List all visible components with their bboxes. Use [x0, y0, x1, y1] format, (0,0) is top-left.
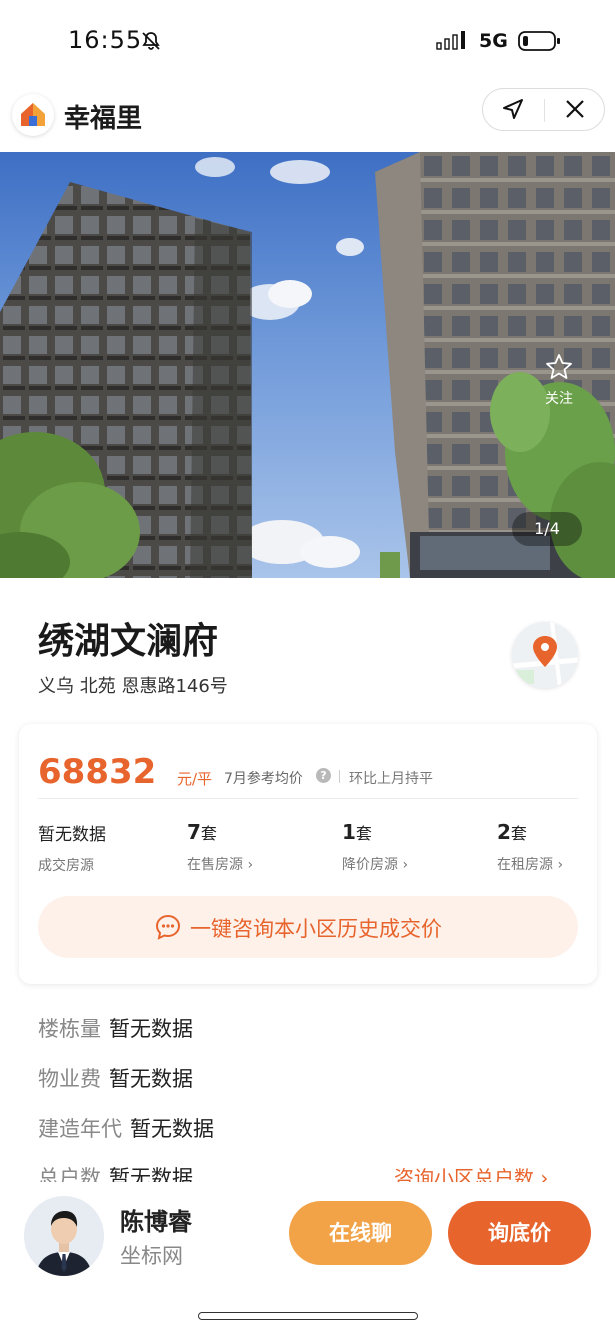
close-icon — [564, 98, 586, 124]
price-card: 68832 元/平 7月参考均价 ? 环比上月持平 暂无数据 成交房源 7套 在… — [19, 724, 597, 984]
agent-company: 坐标网 — [120, 1244, 183, 1268]
price-reference-label: 7月参考均价 — [224, 771, 303, 787]
help-icon[interactable]: ? — [316, 768, 331, 783]
stat-value: 1 — [342, 820, 356, 844]
info-value: 暂无数据 — [109, 1017, 193, 1041]
stat-label: 降价房源 › — [342, 857, 409, 873]
price-row: 68832 元/平 7月参考均价 ? 环比上月持平 — [38, 752, 578, 792]
mini-app-capsule — [482, 88, 605, 131]
info-value: 暂无数据 — [109, 1067, 193, 1091]
info-label: 物业费 — [38, 1067, 101, 1091]
stat-deals: 暂无数据 成交房源 — [38, 820, 178, 875]
app-header: 幸福里 — [0, 88, 615, 144]
app-title: 幸福里 — [64, 104, 143, 134]
stat-for-rent[interactable]: 2套 在租房源 › — [497, 820, 615, 874]
info-row-buildings: 楼栋量 暂无数据 — [38, 1013, 193, 1043]
info-value: 暂无数据 — [130, 1117, 214, 1141]
stat-value: 暂无数据 — [38, 825, 106, 845]
follow-label: 关注 — [545, 391, 573, 407]
signal-icon — [436, 30, 470, 54]
info-label: 楼栋量 — [38, 1017, 101, 1041]
price-divider — [339, 770, 340, 783]
map-button[interactable] — [512, 622, 578, 688]
navigation-arrow-icon — [501, 97, 525, 125]
community-address: 义乌 北苑 恩惠路146号 — [38, 676, 228, 697]
star-icon — [544, 354, 574, 386]
map-pin-icon — [512, 622, 578, 688]
community-name: 绣湖文澜府 — [38, 621, 219, 662]
info-row-property-fee: 物业费 暂无数据 — [38, 1063, 193, 1093]
photo-pager: 1/4 — [512, 512, 582, 546]
share-location-button[interactable] — [483, 89, 543, 132]
status-time: 16:55 — [68, 26, 143, 54]
agent-name: 陈博睿 — [120, 1208, 192, 1236]
stat-label: 在租房源 › — [497, 857, 564, 873]
battery-icon — [518, 30, 562, 56]
network-label: 5G — [479, 30, 508, 52]
stat-value: 2 — [497, 820, 511, 844]
stat-on-sale[interactable]: 7套 在售房源 › — [187, 820, 327, 874]
price-trend: 环比上月持平 — [349, 771, 433, 787]
online-chat-button[interactable]: 在线聊 — [289, 1201, 432, 1265]
card-divider — [38, 798, 578, 799]
info-row-build-year: 建造年代 暂无数据 — [38, 1113, 214, 1143]
stat-price-cut[interactable]: 1套 降价房源 › — [342, 820, 482, 874]
status-bar: 16:55 5G — [0, 0, 615, 82]
close-button[interactable] — [545, 89, 605, 132]
home-indicator[interactable] — [198, 1312, 418, 1320]
mute-icon — [140, 30, 162, 56]
community-photo-carousel[interactable]: 关注 1/4 — [0, 152, 615, 578]
app-logo-icon — [12, 94, 54, 136]
info-label: 建造年代 — [38, 1117, 122, 1141]
ask-lowest-price-button[interactable]: 询底价 — [448, 1201, 591, 1265]
consult-label: 一键咨询本小区历史成交价 — [190, 917, 442, 941]
consult-history-price-button[interactable]: 一键咨询本小区历史成交价 — [38, 896, 578, 958]
agent-avatar[interactable] — [24, 1196, 104, 1276]
stat-value: 7 — [187, 820, 201, 844]
follow-button[interactable]: 关注 — [531, 352, 587, 408]
price-unit: 元/平 — [177, 770, 213, 788]
stat-unit: 套 — [355, 824, 372, 843]
stat-unit: 套 — [510, 824, 527, 843]
stat-unit: 套 — [200, 824, 217, 843]
bottom-action-bar: 陈博睿 坐标网 在线聊 询底价 — [0, 1182, 615, 1334]
chat-bubble-icon — [154, 913, 182, 945]
stat-label: 在售房源 › — [187, 857, 254, 873]
average-price: 68832 — [38, 752, 157, 792]
stat-label: 成交房源 — [38, 858, 94, 874]
